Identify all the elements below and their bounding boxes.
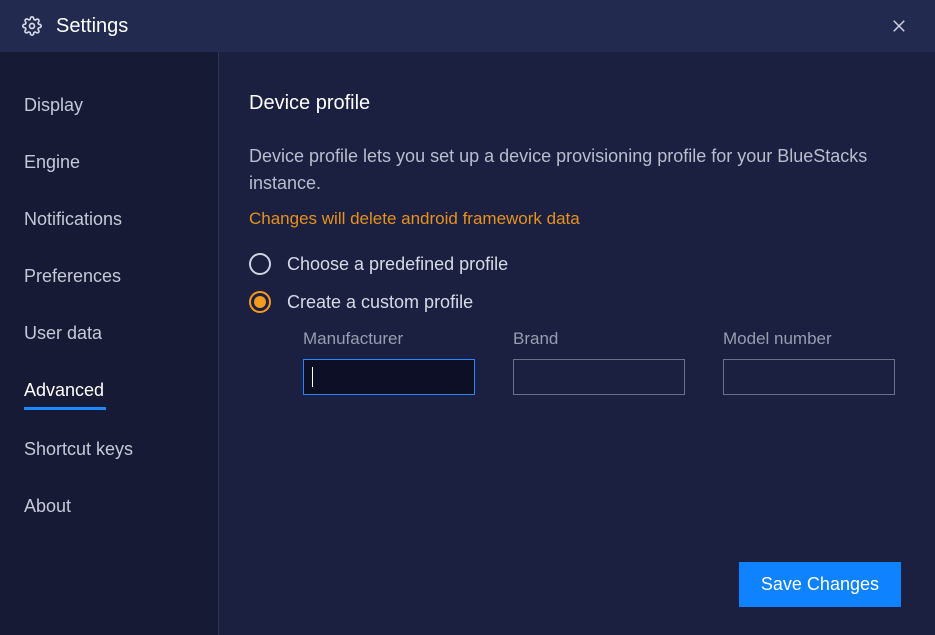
- sidebar-item-shortcut-keys[interactable]: Shortcut keys: [0, 428, 157, 471]
- section-title: Device profile: [249, 92, 895, 115]
- field-label: Brand: [513, 329, 685, 349]
- field-label: Manufacturer: [303, 329, 475, 349]
- close-icon[interactable]: [885, 12, 913, 40]
- sidebar-item-user-data[interactable]: User data: [0, 312, 126, 355]
- model-number-input[interactable]: [723, 359, 895, 395]
- radio-label: Create a custom profile: [287, 292, 473, 313]
- radio-predefined-profile[interactable]: Choose a predefined profile: [249, 253, 895, 275]
- field-label: Model number: [723, 329, 895, 349]
- sidebar-item-display[interactable]: Display: [0, 84, 107, 127]
- sidebar: Display Engine Notifications Preferences…: [0, 52, 219, 635]
- text-caret: [312, 367, 313, 387]
- sidebar-item-engine[interactable]: Engine: [0, 141, 104, 184]
- window-body: Display Engine Notifications Preferences…: [0, 52, 935, 635]
- radio-icon: [249, 253, 271, 275]
- settings-window: Settings Display Engine Notifications Pr…: [0, 0, 935, 635]
- field-model-number: Model number: [723, 329, 895, 395]
- content-panel: Device profile Device profile lets you s…: [219, 52, 935, 635]
- warning-text: Changes will delete android framework da…: [249, 209, 895, 229]
- brand-input[interactable]: [513, 359, 685, 395]
- section-description: Device profile lets you set up a device …: [249, 143, 869, 197]
- sidebar-item-advanced[interactable]: Advanced: [24, 369, 106, 410]
- gear-icon: [22, 16, 42, 36]
- titlebar: Settings: [0, 0, 935, 52]
- window-title: Settings: [56, 15, 128, 38]
- save-changes-button[interactable]: Save Changes: [739, 562, 901, 607]
- sidebar-item-notifications[interactable]: Notifications: [0, 198, 146, 241]
- manufacturer-input[interactable]: [303, 359, 475, 395]
- sidebar-item-preferences[interactable]: Preferences: [0, 255, 145, 298]
- custom-profile-fields: Manufacturer Brand Model number: [303, 329, 895, 395]
- radio-icon: [249, 291, 271, 313]
- sidebar-item-about[interactable]: About: [0, 485, 95, 528]
- sidebar-nav: Display Engine Notifications Preferences…: [0, 84, 218, 542]
- radio-custom-profile[interactable]: Create a custom profile: [249, 291, 895, 313]
- field-manufacturer: Manufacturer: [303, 329, 475, 395]
- field-brand: Brand: [513, 329, 685, 395]
- radio-label: Choose a predefined profile: [287, 254, 508, 275]
